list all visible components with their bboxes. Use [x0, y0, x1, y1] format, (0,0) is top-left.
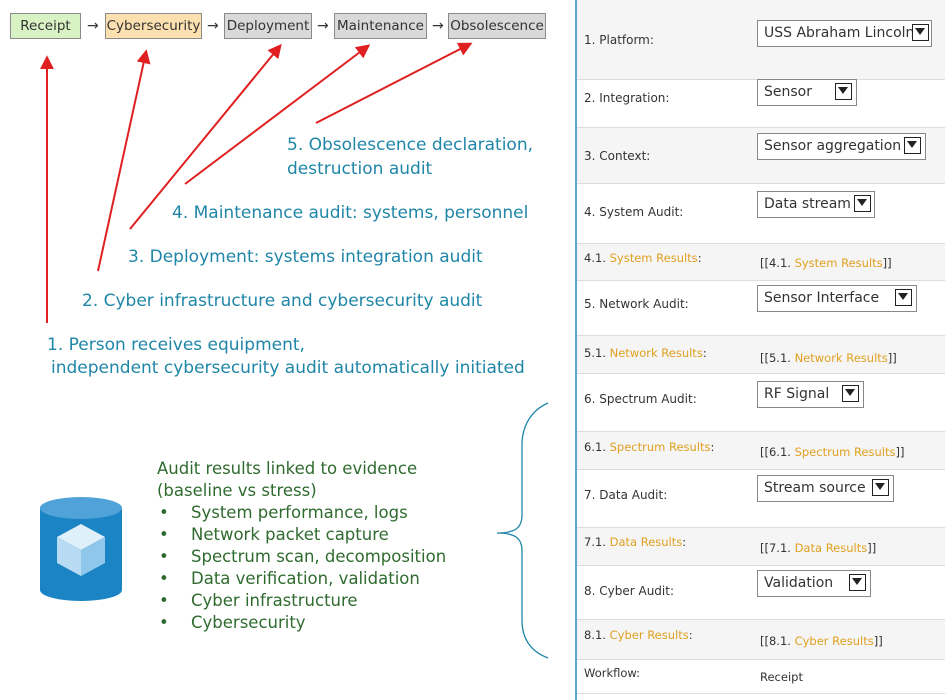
context-select[interactable]: Sensor aggregation [757, 133, 926, 160]
form-row-network-results: 5.1. Network Results: [[5.1. Network Res… [577, 336, 945, 374]
data-results-label: 7.1. Data Results: [584, 535, 687, 549]
platform-label: 1. Platform: [584, 33, 654, 47]
spectrum-audit-label: 6. Spectrum Audit: [584, 392, 697, 406]
chevron-down-icon[interactable] [835, 83, 852, 100]
form-row-context: 3. Context: Sensor aggregation [577, 128, 945, 184]
system-results-value: [[4.1. System Results]] [760, 256, 892, 270]
network-audit-label: 5. Network Audit: [584, 297, 689, 311]
form-row-data-results: 7.1. Data Results: [[7.1. Data Results]] [577, 528, 945, 566]
system-audit-select[interactable]: Data stream [757, 191, 875, 218]
data-results-link[interactable]: Data Results [795, 541, 868, 555]
context-select-value: Sensor aggregation [764, 138, 902, 154]
chevron-down-icon[interactable] [849, 574, 866, 591]
audit-form-panel: 1. Platform: USS Abraham Lincoln 2. Inte… [575, 0, 945, 700]
chevron-down-icon[interactable] [872, 479, 889, 496]
spectrum-results-link[interactable]: Spectrum Results [795, 445, 896, 459]
evidence-title-line2: (baseline vs stress) [157, 481, 317, 500]
bullet-icon: • [159, 525, 169, 544]
form-row-network-audit: 5. Network Audit: Sensor Interface [577, 281, 945, 336]
spectrum-audit-select[interactable]: RF Signal [757, 381, 864, 408]
form-row-cyber-results: 8.1. Cyber Results: [[8.1. Cyber Results… [577, 620, 945, 660]
cyber-audit-label: 8. Cyber Audit: [584, 584, 675, 598]
spectrum-audit-select-value: RF Signal [764, 386, 830, 402]
chevron-down-icon[interactable] [912, 24, 929, 41]
form-row-spectrum-audit: 6. Spectrum Audit: RF Signal [577, 374, 945, 432]
evidence-list: • System performance, logs • Network packe… [157, 502, 446, 634]
workflow-value: Receipt [760, 670, 803, 684]
bullet-icon: • [159, 591, 169, 610]
bullet-icon: • [159, 503, 169, 522]
form-row-cyber-audit: 8. Cyber Audit: Validation [577, 566, 945, 620]
platform-select[interactable]: USS Abraham Lincoln [757, 20, 932, 47]
network-results-value: [[5.1. Network Results]] [760, 351, 897, 365]
context-label: 3. Context: [584, 149, 651, 163]
spectrum-results-value: [[6.1. Spectrum Results]] [760, 445, 905, 459]
chevron-down-icon[interactable] [854, 195, 871, 212]
cyber-audit-select-value: Validation [764, 575, 834, 591]
list-item: • Data verification, validation [159, 569, 420, 588]
network-audit-select-value: Sensor Interface [764, 290, 880, 306]
evidence-title-line1: Audit results linked to evidence [157, 459, 418, 478]
list-item: • Cybersecurity [159, 613, 306, 632]
data-results-value: [[7.1. Data Results]] [760, 541, 877, 555]
list-item: • Cyber infrastructure [159, 591, 358, 610]
chevron-down-icon[interactable] [842, 385, 859, 402]
bullet-icon: • [159, 569, 169, 588]
evidence-block: Audit results linked to evidence (baseli… [157, 458, 446, 634]
system-audit-label: 4. System Audit: [584, 205, 684, 219]
integration-select[interactable]: Sensor [757, 79, 857, 106]
cyber-audit-select[interactable]: Validation [757, 570, 871, 597]
chevron-down-icon[interactable] [904, 137, 921, 154]
cyber-results-value: [[8.1. Cyber Results]] [760, 634, 883, 648]
workflow-label: Workflow: [584, 666, 641, 680]
list-item: • Spectrum scan, decomposition [159, 547, 447, 566]
bullet-icon: • [159, 613, 169, 632]
spectrum-results-label: 6.1. Spectrum Results: [584, 440, 715, 454]
network-audit-select[interactable]: Sensor Interface [757, 285, 917, 312]
cyber-results-label: 8.1. Cyber Results: [584, 628, 693, 642]
form-row-system-audit: 4. System Audit: Data stream [577, 184, 945, 244]
cyber-results-link[interactable]: Cyber Results [795, 634, 874, 648]
form-row-workflow: Workflow: Receipt [577, 660, 945, 694]
integration-label: 2. Integration: [584, 91, 670, 105]
bullet-icon: • [159, 547, 169, 566]
system-results-label: 4.1. System Results: [584, 251, 702, 265]
integration-select-value: Sensor [764, 84, 812, 100]
form-row-system-results: 4.1. System Results: [[4.1. System Resul… [577, 244, 945, 281]
form-row-platform: 1. Platform: USS Abraham Lincoln [577, 0, 945, 80]
network-results-label: 5.1. Network Results: [584, 346, 707, 360]
data-audit-select[interactable]: Stream source [757, 475, 894, 502]
network-results-link[interactable]: Network Results [795, 351, 888, 365]
list-item: • Network packet capture [159, 525, 389, 544]
chevron-down-icon[interactable] [895, 289, 912, 306]
form-row-spectrum-results: 6.1. Spectrum Results: [[6.1. Spectrum R… [577, 432, 945, 470]
system-results-link[interactable]: System Results [795, 256, 883, 270]
form-row-integration: 2. Integration: Sensor [577, 79, 945, 128]
system-audit-select-value: Data stream [764, 196, 851, 212]
data-audit-select-value: Stream source [764, 480, 866, 496]
list-item: • System performance, logs [159, 503, 408, 522]
form-row-data-audit: 7. Data Audit: Stream source [577, 470, 945, 528]
platform-select-value: USS Abraham Lincoln [764, 25, 915, 41]
data-audit-label: 7. Data Audit: [584, 488, 668, 502]
